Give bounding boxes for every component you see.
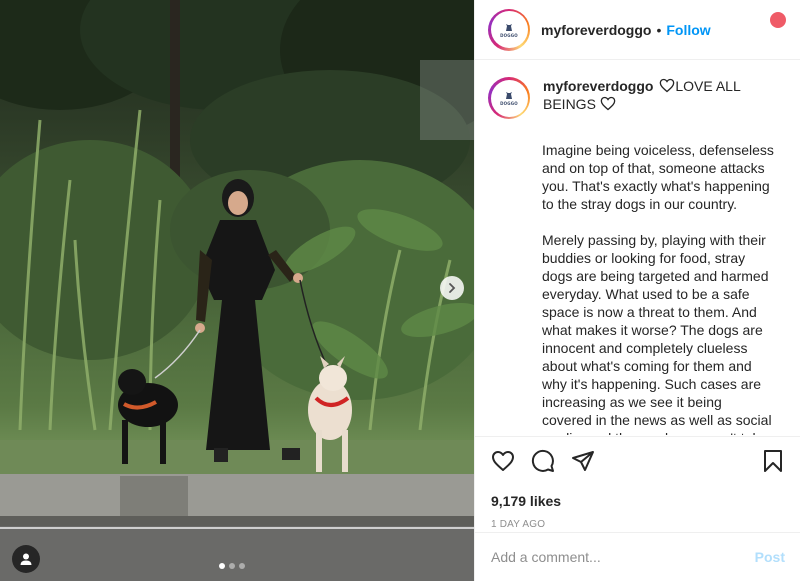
follow-button[interactable]: Follow (666, 22, 710, 38)
caption-avatar-inner: DOGGO (490, 79, 528, 117)
dog-logo-icon (506, 92, 512, 99)
photo-scene (0, 0, 474, 581)
comment-input[interactable] (491, 549, 755, 565)
carousel-dot (219, 563, 225, 569)
dog-logo-icon (506, 23, 512, 31)
caption-body: Imagine being voiceless, defenseless and… (542, 141, 774, 435)
carousel-dots (219, 563, 245, 569)
caption-avatar[interactable]: DOGGO (488, 77, 530, 119)
like-button[interactable] (491, 449, 515, 473)
post-comment-button[interactable]: Post (755, 549, 785, 565)
more-options-button[interactable] (770, 12, 786, 28)
avatar-logo-text: DOGGO (500, 101, 518, 106)
carousel-dot (239, 563, 245, 569)
comment-form: Post (475, 532, 800, 581)
post-header: DOGGO myforeverdoggo • Follow (475, 0, 800, 60)
avatar-inner: DOGGO (490, 11, 528, 48)
user-icon (20, 553, 32, 565)
caption-paragraph: Merely passing by, playing with their bu… (542, 232, 772, 435)
post-actions: 9,179 likes 1 DAY AGO (475, 436, 800, 530)
post-photo[interactable] (0, 0, 474, 581)
share-button[interactable] (571, 449, 595, 473)
comment-button[interactable] (531, 449, 555, 473)
carousel-dot (229, 563, 235, 569)
chevron-right-icon (449, 283, 456, 293)
avatar-logo-text: DOGGO (500, 32, 518, 38)
caption-header: DOGGO myforeverdoggo LOVE ALL BEINGS (488, 77, 785, 119)
comment-icon (531, 449, 554, 472)
avatar[interactable]: DOGGO (488, 8, 530, 51)
caption-username[interactable]: myforeverdoggo (543, 78, 653, 94)
heart-emoji-icon (600, 96, 616, 111)
tagged-users-button[interactable] (12, 545, 40, 573)
likes-count[interactable]: 9,179 likes (491, 493, 785, 509)
share-icon (572, 451, 594, 471)
caption-area[interactable]: DOGGO myforeverdoggo LOVE ALL BEINGS Ima… (475, 61, 800, 435)
caption-title-line: myforeverdoggo LOVE ALL BEINGS (543, 77, 785, 113)
bookmark-icon (764, 450, 782, 472)
post-timestamp[interactable]: 1 DAY AGO (491, 519, 785, 530)
header-separator: • (656, 21, 662, 38)
caption-paragraph: Imagine being voiceless, defenseless and… (542, 142, 774, 212)
header-username[interactable]: myforeverdoggo (541, 22, 651, 38)
heart-icon (492, 451, 514, 471)
next-photo-button[interactable] (440, 276, 464, 300)
post-side-panel: DOGGO myforeverdoggo • Follow DOGGO myfo… (474, 0, 800, 581)
save-button[interactable] (761, 449, 785, 473)
action-icon-row (491, 447, 785, 475)
heart-emoji-icon (660, 78, 675, 93)
